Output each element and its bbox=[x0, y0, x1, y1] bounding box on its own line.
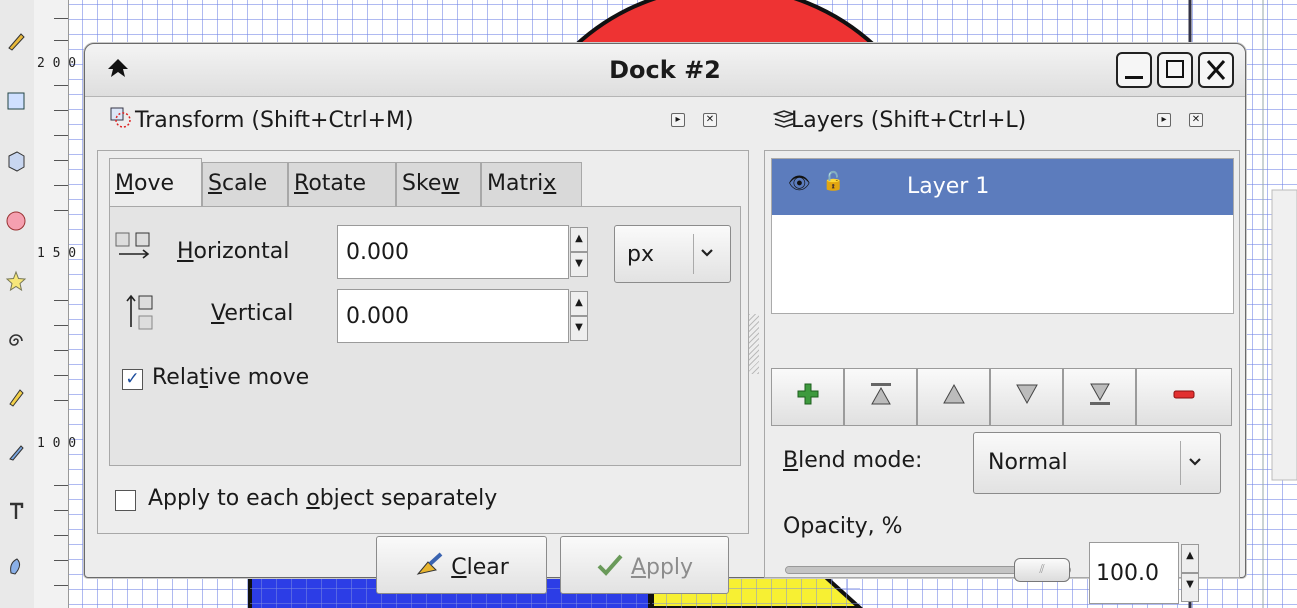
ruler-label-150: 1 5 0 bbox=[37, 246, 77, 261]
toolbox bbox=[0, 0, 35, 608]
opacity-slider-fill bbox=[786, 567, 1042, 573]
layers-panel-close-button[interactable]: ✕ bbox=[1189, 113, 1203, 127]
lower-to-bottom-button[interactable] bbox=[1063, 368, 1136, 426]
opacity-spin-down[interactable]: ▼ bbox=[1181, 573, 1199, 602]
opacity-slider-thumb[interactable]: ⫽ bbox=[1014, 558, 1070, 582]
plus-icon bbox=[797, 383, 818, 405]
title-bar[interactable]: Dock #2 bbox=[85, 44, 1245, 97]
unit-select[interactable]: px bbox=[614, 225, 731, 283]
vertical-label: Vertical bbox=[211, 301, 294, 326]
checkmark-icon bbox=[597, 554, 623, 576]
layer-row[interactable]: 👁 🔓 Layer 1 bbox=[772, 159, 1233, 215]
minus-icon bbox=[1173, 390, 1195, 399]
blend-mode-label: Blend mode: bbox=[783, 448, 923, 473]
horizontal-move-icon bbox=[115, 232, 150, 259]
opacity-label: Opacity, % bbox=[783, 514, 903, 539]
close-icon bbox=[1206, 60, 1226, 80]
horizontal-label: Horizontal bbox=[177, 239, 290, 264]
star-tool-icon[interactable] bbox=[5, 270, 27, 292]
apply-button[interactable]: Apply bbox=[560, 536, 729, 594]
calligraphy-tool-icon[interactable] bbox=[5, 440, 27, 462]
apply-each-checkbox[interactable] bbox=[115, 490, 136, 511]
dropper-tool-icon[interactable] bbox=[5, 555, 27, 577]
eye-icon[interactable]: 👁 bbox=[788, 173, 811, 194]
blend-mode-select[interactable]: Normal bbox=[973, 432, 1221, 494]
vertical-move-icon bbox=[126, 294, 153, 330]
close-button[interactable] bbox=[1198, 52, 1234, 88]
layer-name[interactable]: Layer 1 bbox=[907, 174, 989, 199]
lock-open-icon[interactable]: 🔓 bbox=[822, 171, 844, 192]
lower-layer-button[interactable] bbox=[990, 368, 1063, 426]
opacity-slider-track[interactable]: ⫽ bbox=[785, 558, 1071, 582]
vertical-spin-up[interactable]: ▲ bbox=[570, 291, 588, 316]
delete-layer-button[interactable] bbox=[1136, 368, 1232, 426]
lower-icon bbox=[1015, 384, 1038, 405]
dock-window: Dock #2 Transform (Shift+Ctrl+M) ▸ ✕ Mov… bbox=[84, 43, 1246, 604]
raise-to-top-button[interactable] bbox=[844, 368, 917, 426]
tab-move[interactable]: Move bbox=[109, 158, 202, 206]
circle-tool-icon[interactable] bbox=[5, 210, 27, 232]
ruler-label-200: 2 0 0 bbox=[37, 56, 77, 71]
apply-each-label: Apply to each object separately bbox=[148, 486, 498, 511]
red-semicircle bbox=[569, 0, 881, 48]
layers-panel-title: Layers (Shift+Ctrl+L) bbox=[791, 108, 1027, 133]
maximize-icon bbox=[1166, 60, 1184, 78]
unit-value: px bbox=[627, 242, 654, 267]
add-layer-button[interactable] bbox=[771, 368, 844, 426]
raise-to-top-icon bbox=[870, 383, 891, 405]
transform-panel-title: Transform (Shift+Ctrl+M) bbox=[135, 108, 414, 133]
pen-tool-icon[interactable] bbox=[5, 385, 27, 407]
clear-button[interactable]: Clear bbox=[376, 536, 547, 594]
horizontal-spin-up[interactable]: ▲ bbox=[570, 227, 588, 252]
minimize-button[interactable] bbox=[1116, 52, 1152, 88]
window-title: Dock #2 bbox=[609, 56, 721, 84]
chevron-down-icon bbox=[701, 249, 713, 257]
panel-resize-handle[interactable] bbox=[749, 314, 759, 374]
broom-icon bbox=[416, 552, 443, 575]
blend-mode-value: Normal bbox=[988, 450, 1068, 475]
transform-panel: Transform (Shift+Ctrl+M) ▸ ✕ Move Scale … bbox=[85, 96, 755, 594]
rectangle-tool-icon[interactable] bbox=[5, 90, 27, 112]
tab-skew[interactable]: Skew bbox=[396, 162, 481, 206]
horizontal-spin-down[interactable]: ▼ bbox=[570, 252, 588, 277]
lower-to-bottom-icon bbox=[1089, 383, 1110, 405]
relative-move-checkbox[interactable]: ✓ bbox=[122, 369, 143, 390]
chevron-down-icon bbox=[1189, 458, 1201, 466]
vertical-ruler: 2 0 0 1 5 0 1 0 0 bbox=[34, 0, 77, 608]
minimize-icon bbox=[1125, 76, 1143, 79]
spiral-tool-icon[interactable] bbox=[5, 330, 27, 352]
raise-icon bbox=[942, 383, 965, 404]
ruler-label-100: 1 0 0 bbox=[37, 436, 77, 451]
vertical-spin-down[interactable]: ▼ bbox=[570, 316, 588, 341]
opacity-spin-up[interactable]: ▲ bbox=[1181, 544, 1199, 573]
layers-panel-pin-button[interactable]: ▸ bbox=[1157, 113, 1171, 127]
vertical-input[interactable]: 0.000 bbox=[337, 289, 569, 343]
transform-icon bbox=[110, 107, 131, 128]
layers-list[interactable]: 👁 🔓 Layer 1 bbox=[771, 158, 1234, 314]
transform-panel-pin-button[interactable]: ▸ bbox=[671, 113, 685, 127]
3d-box-tool-icon[interactable] bbox=[5, 150, 27, 172]
raise-layer-button[interactable] bbox=[917, 368, 990, 426]
horizontal-input[interactable]: 0.000 bbox=[337, 225, 569, 279]
transform-panel-close-button[interactable]: ✕ bbox=[703, 113, 717, 127]
pencil-tool-icon[interactable] bbox=[5, 30, 27, 52]
opacity-input[interactable]: 100.0 bbox=[1089, 542, 1179, 604]
tab-rotate[interactable]: Rotate bbox=[288, 162, 396, 206]
maximize-button[interactable] bbox=[1157, 52, 1193, 88]
text-tool-icon[interactable] bbox=[5, 500, 27, 522]
tab-scale[interactable]: Scale bbox=[202, 162, 288, 206]
relative-move-label: Relative move bbox=[152, 365, 310, 390]
tab-matrix[interactable]: Matrix bbox=[481, 162, 582, 206]
layers-panel: Layers (Shift+Ctrl+L) ▸ ✕ 👁 🔓 Layer 1 Bl… bbox=[763, 96, 1245, 604]
